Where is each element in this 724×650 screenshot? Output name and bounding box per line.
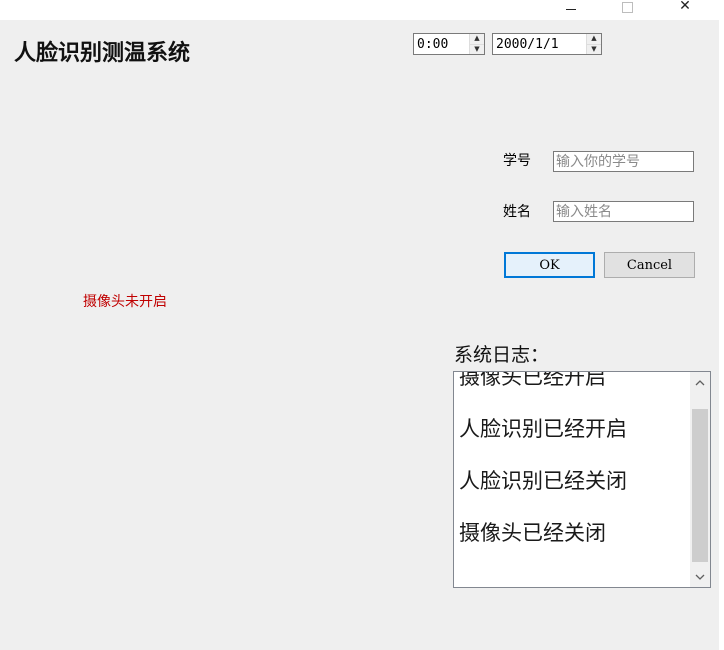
time-spin-arrows: ▲ ▼ (469, 34, 484, 54)
scroll-down-icon[interactable] (690, 568, 710, 585)
cancel-button[interactable]: Cancel (604, 252, 695, 278)
system-log-label: 系统日志： (454, 344, 550, 366)
spin-down-icon[interactable]: ▼ (470, 43, 484, 55)
close-button[interactable]: ✕ (670, 0, 700, 18)
name-input[interactable] (553, 201, 694, 222)
date-value[interactable]: 2000/1/1 (493, 37, 586, 52)
spin-up-icon[interactable]: ▲ (587, 34, 601, 44)
close-icon: ✕ (679, 0, 691, 14)
date-picker[interactable]: 2000/1/1 ▲ ▼ (492, 33, 602, 55)
camera-status-text: 摄像头未开启 (83, 294, 167, 310)
name-label: 姓名 (503, 204, 531, 220)
date-spin-arrows: ▲ ▼ (586, 34, 601, 54)
time-picker[interactable]: 0:00 ▲ ▼ (413, 33, 485, 55)
log-lines: 摄像头已经开启 人脸识别已经开启 人脸识别已经关闭 摄像头已经关闭 (459, 372, 684, 565)
spin-down-icon[interactable]: ▼ (587, 43, 601, 55)
maximize-button[interactable] (612, 0, 642, 18)
log-scrollbar[interactable] (690, 372, 710, 587)
ok-button[interactable]: OK (504, 252, 595, 278)
page-title: 人脸识别测温系统 (14, 40, 191, 66)
window-titlebar: ✕ (0, 0, 724, 20)
system-log-listbox[interactable]: 摄像头已经开启 人脸识别已经开启 人脸识别已经关闭 摄像头已经关闭 (453, 371, 711, 588)
log-line[interactable]: 人脸识别已经开启 (459, 409, 684, 461)
log-line[interactable]: 摄像头已经开启 (459, 372, 684, 409)
log-line[interactable]: 人脸识别已经关闭 (459, 461, 684, 513)
time-value[interactable]: 0:00 (414, 37, 469, 52)
log-line[interactable]: 摄像头已经关闭 (459, 513, 684, 565)
student-id-label: 学号 (503, 153, 531, 169)
spin-up-icon[interactable]: ▲ (470, 34, 484, 44)
minimize-icon (566, 8, 576, 10)
maximize-icon (621, 1, 633, 13)
scroll-up-icon[interactable] (690, 374, 710, 391)
window-right-edge (719, 20, 724, 650)
student-id-input[interactable] (553, 151, 694, 172)
scrollbar-thumb[interactable] (692, 409, 708, 562)
minimize-button[interactable] (556, 0, 586, 18)
